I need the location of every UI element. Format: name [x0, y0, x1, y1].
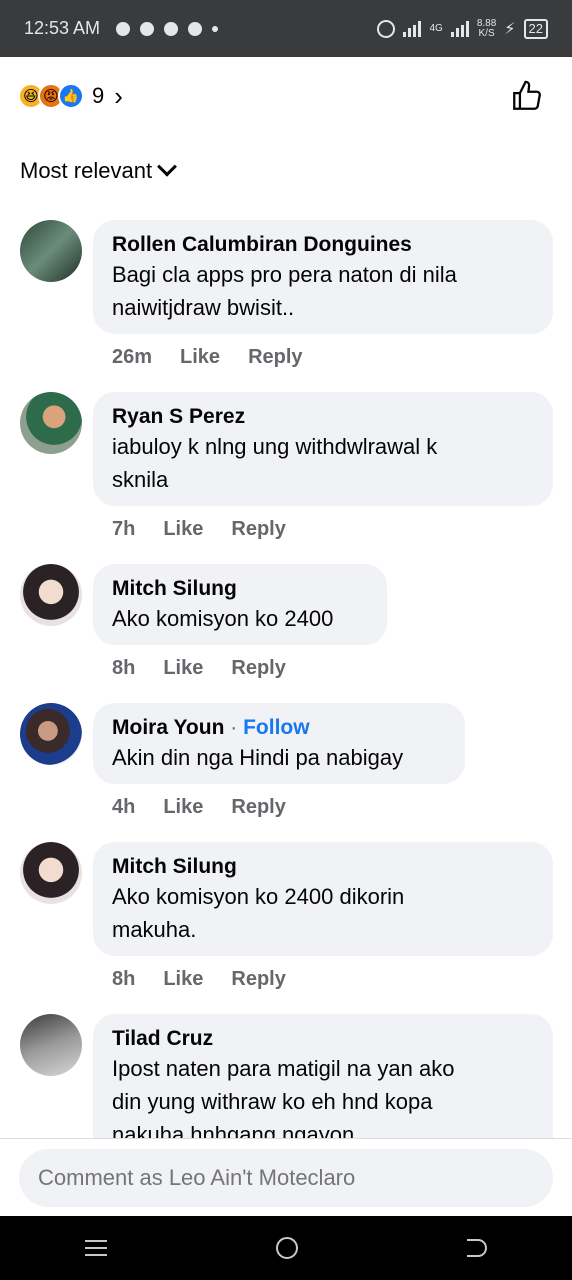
comment-author[interactable]: Tilad Cruz: [112, 1026, 534, 1052]
network-speed: 8.88 K/S: [476, 17, 497, 39]
chevron-right-icon: ›: [114, 80, 123, 111]
comment-text-line: sknila: [112, 467, 169, 492]
menu-icon[interactable]: [84, 1240, 107, 1256]
battery-level: 22: [523, 18, 548, 39]
like-link[interactable]: Like: [163, 518, 203, 541]
avatar[interactable]: [20, 220, 82, 282]
comment-list: Rollen Calumbiran Donguines Bagi cla app…: [0, 220, 572, 1138]
comment-text-line: makuha.: [112, 917, 197, 942]
reaction-count: 9: [92, 83, 105, 108]
comment-author[interactable]: Mitch Silung: [112, 854, 534, 880]
signal-icon: [403, 20, 422, 37]
comment: Mitch Silung Ako komisyon ko 2400 8h Lik…: [0, 564, 572, 703]
flame-icon: [188, 21, 203, 36]
comment-time: 26m: [112, 346, 153, 368]
follow-button[interactable]: Follow: [243, 716, 310, 739]
comment-text-line: Ako komisyon ko 2400: [112, 606, 334, 631]
comment-bubble[interactable]: Mitch Silung Ako komisyon ko 2400: [93, 564, 387, 645]
system-icons: 4G 8.88 K/S ⚡ 22: [377, 17, 548, 39]
comment-text-line: Ako komisyon ko 2400 dikorin: [112, 884, 405, 909]
chevron-down-icon: [157, 156, 177, 177]
back-icon[interactable]: [467, 1239, 488, 1257]
comment-actions: 4h Like Reply: [112, 796, 286, 819]
reply-link[interactable]: Reply: [231, 968, 285, 991]
comment-actions: 26m Like Reply: [112, 346, 303, 369]
alarm-icon: [377, 19, 396, 38]
comment: Mitch Silung Ako komisyon ko 2400 dikori…: [0, 842, 572, 1014]
reply-link[interactable]: Reply: [248, 346, 302, 369]
comment-time: 8h: [112, 968, 136, 990]
comment: Ryan S Perez iabuloy k nlng ung withdwlr…: [0, 392, 572, 564]
more-dot-icon: [212, 25, 219, 32]
like-link[interactable]: Like: [163, 968, 203, 991]
comment: Rollen Calumbiran Donguines Bagi cla app…: [0, 220, 572, 392]
comment-text-line: naiwitjdraw bwisit..: [112, 295, 295, 320]
reactions-bar: 😆 😡 👍 9 ›: [18, 78, 554, 114]
app-icon: [140, 21, 155, 36]
reply-link[interactable]: Reply: [231, 657, 285, 680]
reply-link[interactable]: Reply: [231, 796, 285, 819]
comment-composer: [0, 1138, 572, 1216]
comment-bubble[interactable]: Mitch Silung Ako komisyon ko 2400 dikori…: [93, 842, 553, 956]
comment-text-line: iabuloy k nlng ung withdwlrawal k: [112, 434, 438, 459]
signal-icon-2: [450, 20, 469, 37]
comment: Tilad Cruz Ipost naten para matigil na y…: [0, 1014, 572, 1138]
like-icon: 👍: [58, 83, 84, 109]
avatar[interactable]: [20, 1014, 82, 1076]
comment-bubble[interactable]: Moira Youn · Follow Akin din nga Hindi p…: [93, 703, 465, 784]
system-nav-bar: [0, 1216, 572, 1280]
sort-label: Most relevant: [20, 158, 153, 183]
messenger-icon: [116, 21, 131, 36]
comment-text-line: Ipost naten para matigil na yan ako: [112, 1056, 455, 1081]
avatar[interactable]: [20, 703, 82, 765]
status-time: 12:53 AM: [24, 18, 101, 38]
comment-author[interactable]: Ryan S Perez: [112, 404, 534, 430]
comment-author[interactable]: Mitch Silung: [112, 576, 368, 602]
avatar[interactable]: [20, 392, 82, 454]
comment-input[interactable]: [19, 1149, 553, 1207]
network-type: 4G: [429, 22, 443, 34]
comment-actions: 8h Like Reply: [112, 968, 286, 991]
comment-time: 8h: [112, 657, 136, 679]
comment-time: 4h: [112, 796, 136, 818]
like-button[interactable]: [510, 79, 544, 113]
comment-text-line: Akin din nga Hindi pa nabigay: [112, 745, 404, 770]
comment-text-line: nakuha hnhgang ngayon: [112, 1122, 355, 1138]
comment-author-name[interactable]: Moira Youn: [112, 716, 224, 739]
comment-actions: 8h Like Reply: [112, 657, 286, 680]
comment: Moira Youn · Follow Akin din nga Hindi p…: [0, 703, 572, 842]
reply-link[interactable]: Reply: [231, 518, 285, 541]
avatar[interactable]: [20, 842, 82, 904]
sort-dropdown[interactable]: Most relevant: [20, 156, 177, 184]
separator-dot: ·: [224, 716, 244, 739]
comment-text-line: Bagi cla apps pro pera naton di nila: [112, 262, 457, 287]
like-link[interactable]: Like: [163, 796, 203, 819]
comment-bubble[interactable]: Rollen Calumbiran Donguines Bagi cla app…: [93, 220, 553, 334]
comment-bubble[interactable]: Ryan S Perez iabuloy k nlng ung withdwlr…: [93, 392, 553, 506]
android-icon: [164, 21, 179, 36]
comment-author[interactable]: Rollen Calumbiran Donguines: [112, 232, 534, 258]
like-link[interactable]: Like: [163, 657, 203, 680]
charging-icon: ⚡: [504, 20, 516, 38]
comment-author: Moira Youn · Follow: [112, 715, 446, 741]
avatar[interactable]: [20, 564, 82, 626]
reaction-summary[interactable]: 😆 😡 👍 9 ›: [18, 81, 123, 112]
comment-time: 7h: [112, 518, 136, 540]
home-icon[interactable]: [275, 1237, 298, 1259]
comment-bubble[interactable]: Tilad Cruz Ipost naten para matigil na y…: [93, 1014, 553, 1138]
status-bar: 12:53 AM 4G 8.88 K/S ⚡ 22: [0, 0, 572, 57]
notification-icons: [116, 21, 219, 36]
like-link[interactable]: Like: [180, 346, 220, 369]
comment-actions: 7h Like Reply: [112, 518, 286, 541]
comment-text-line: din yung withraw ko eh hnd kopa: [112, 1089, 433, 1114]
